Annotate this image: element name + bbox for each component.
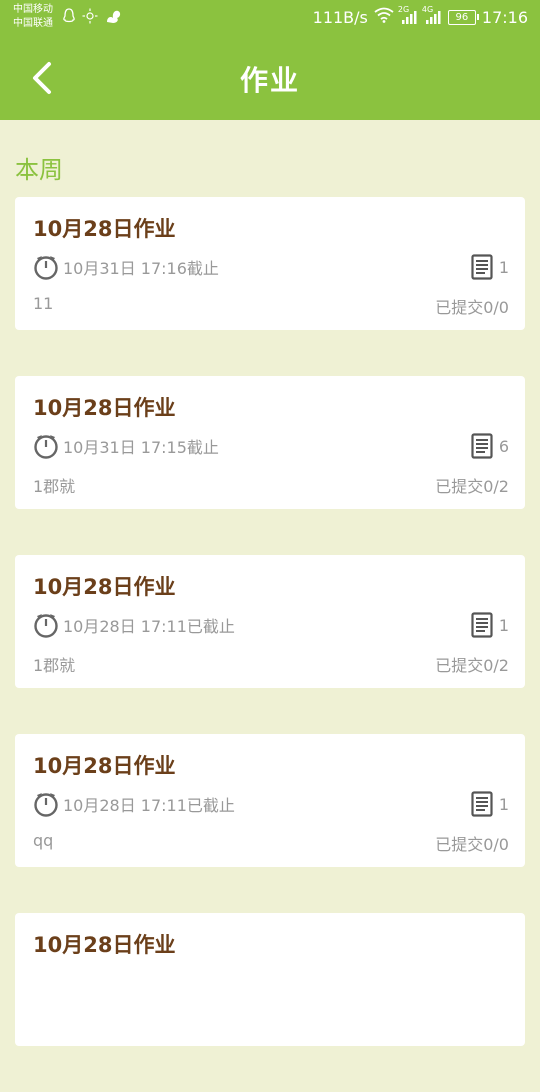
signal-1-label: 2G	[397, 5, 410, 14]
homework-title: 10月28日作业	[33, 933, 176, 957]
homework-card[interactable]: 10月28日作业	[15, 913, 525, 1046]
document-icon	[471, 433, 493, 459]
signal-1-icon: 2G	[398, 5, 418, 25]
attachment-count: 6	[471, 432, 509, 460]
carrier-2: 中国联通	[13, 18, 53, 29]
attachment-count: 1	[471, 790, 509, 818]
homework-title: 10月28日作业	[33, 217, 176, 241]
document-icon	[471, 612, 493, 638]
attachment-count: 1	[471, 253, 509, 281]
attachment-count-value: 1	[498, 794, 509, 814]
signal-2-label: 4G	[421, 5, 434, 14]
attachment-count-value: 6	[498, 436, 509, 456]
alarm-clock-icon	[34, 256, 58, 280]
alarm-clock-icon	[34, 614, 58, 638]
homework-card[interactable]: 10月28日作业 10月31日 17:16截止 1 11 已提交0/0	[15, 197, 525, 330]
carrier-1: 中国移动	[13, 4, 53, 15]
submission-status: 已提交0/2	[435, 477, 509, 496]
battery-icon: 96	[447, 9, 479, 25]
submission-status: 已提交0/0	[435, 835, 509, 854]
carrier-labels: 中国移动 中国联通	[13, 3, 53, 31]
squirrel-icon	[104, 7, 122, 29]
homework-list: 10月28日作业 10月31日 17:16截止 1 11 已提交0/0 10月2…	[15, 197, 525, 1092]
deadline-text: 10月28日 17:11已截止	[63, 796, 235, 815]
qq-icon	[62, 8, 76, 28]
alarm-clock-icon	[34, 793, 58, 817]
net-speed: 111B/s	[312, 7, 368, 27]
attachment-count-value: 1	[498, 257, 509, 277]
notification-icons	[62, 7, 122, 29]
sun-icon	[82, 8, 98, 28]
homework-card[interactable]: 10月28日作业 10月28日 17:11已截止 1 qq 已提交0/0	[15, 734, 525, 867]
deadline-row: 10月31日 17:16截止	[33, 253, 219, 281]
status-right: 111B/s 2G 4G 96 17:16	[312, 5, 528, 27]
homework-desc: 1郡就	[33, 477, 76, 496]
attachment-count-value: 1	[498, 615, 509, 635]
homework-title: 10月28日作业	[33, 575, 176, 599]
clock-time: 17:16	[481, 7, 528, 27]
status-bar: 中国移动 中国联通 111B/s 2G 4G 96 17:16	[0, 0, 540, 38]
homework-desc: 11	[33, 294, 54, 313]
document-icon	[471, 254, 493, 280]
app-bar: 作业	[0, 38, 540, 120]
signal-2-icon: 4G	[422, 5, 442, 25]
wifi-icon	[374, 7, 394, 27]
deadline-text: 10月28日 17:11已截止	[63, 617, 235, 636]
header-bar: 中国移动 中国联通 111B/s 2G 4G 96 17:16 作业	[0, 0, 540, 120]
alarm-clock-icon	[34, 435, 58, 459]
submission-status: 已提交0/2	[435, 656, 509, 675]
deadline-row: 10月28日 17:11已截止	[33, 611, 235, 639]
homework-desc: 1郡就	[33, 656, 76, 675]
homework-title: 10月28日作业	[33, 396, 176, 420]
homework-card[interactable]: 10月28日作业 10月31日 17:15截止 6 1郡就 已提交0/2	[15, 376, 525, 509]
deadline-row: 10月28日 17:11已截止	[33, 790, 235, 818]
submission-status: 已提交0/0	[435, 298, 509, 317]
document-icon	[471, 791, 493, 817]
deadline-text: 10月31日 17:16截止	[63, 259, 219, 278]
deadline-text: 10月31日 17:15截止	[63, 438, 219, 457]
deadline-row: 10月31日 17:15截止	[33, 432, 219, 460]
homework-title: 10月28日作业	[33, 754, 176, 778]
homework-desc: qq	[33, 831, 54, 850]
section-title: 本周	[15, 156, 63, 184]
page-title: 作业	[239, 64, 300, 97]
homework-card[interactable]: 10月28日作业 10月28日 17:11已截止 1 1郡就 已提交0/2	[15, 555, 525, 688]
attachment-count: 1	[471, 611, 509, 639]
